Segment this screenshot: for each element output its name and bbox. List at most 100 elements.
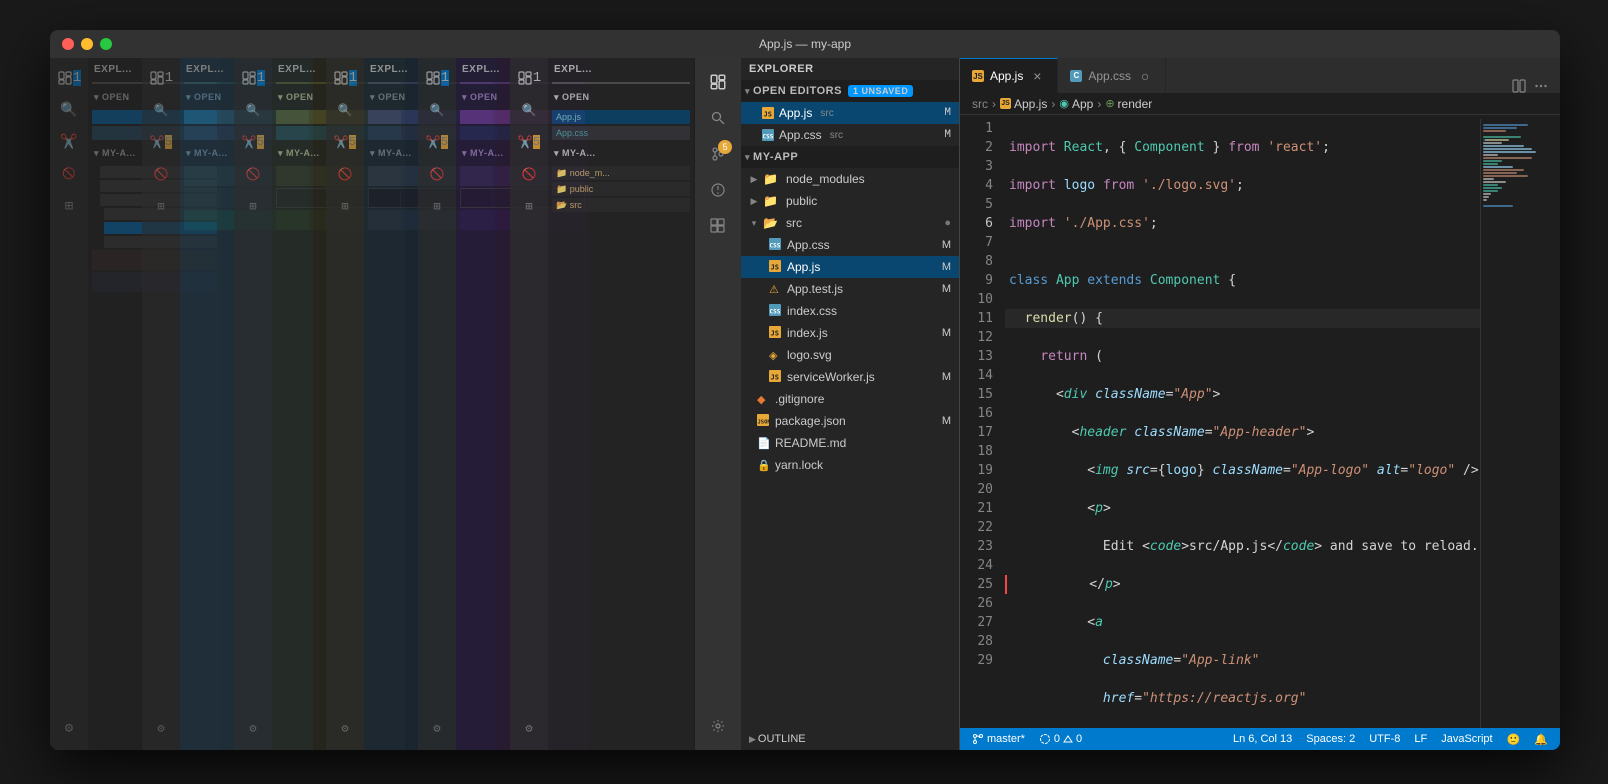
debug-icon-5[interactable]: 🚫 bbox=[423, 160, 451, 188]
file-logosvg[interactable]: ◈ logo.svg bbox=[741, 344, 959, 366]
file-gitignore[interactable]: ◆ .gitignore bbox=[741, 388, 959, 410]
debug-icon-2[interactable]: 🚫 bbox=[147, 160, 175, 188]
status-feedback[interactable]: 🙂 bbox=[1503, 728, 1525, 750]
scm-icon-1[interactable]: ✂️ bbox=[55, 128, 83, 156]
file-serviceworker[interactable]: JS serviceWorker.js M bbox=[741, 366, 959, 388]
search-icon-4[interactable]: 🔍 bbox=[331, 96, 359, 124]
open-file-appjs-name: App.js bbox=[779, 106, 812, 120]
tab-appcss[interactable]: C App.css ○ bbox=[1058, 58, 1166, 93]
folder-node-modules[interactable]: ▶ 📁 node_modules bbox=[741, 168, 959, 190]
search-icon-3[interactable]: 🔍 bbox=[239, 96, 267, 124]
scm-activity-icon[interactable]: 5 bbox=[702, 138, 734, 170]
search-activity-icon[interactable] bbox=[702, 102, 734, 134]
scm-icon-4[interactable]: ✂️ 5 bbox=[331, 128, 359, 156]
search-icon-1[interactable]: 🔍 bbox=[55, 96, 83, 124]
status-notifications[interactable]: 🔔 bbox=[1530, 728, 1552, 750]
maximize-button[interactable] bbox=[100, 38, 112, 50]
open-editors-header[interactable]: ▾ OPEN EDITORS 1 UNSAVED bbox=[741, 80, 959, 102]
folder-icon-node-modules: 📁 bbox=[763, 172, 778, 186]
open-file-appcss[interactable]: CSS App.css src M bbox=[741, 124, 959, 146]
extensions-icon-6[interactable]: ⊞ bbox=[515, 192, 543, 220]
settings-icon-6[interactable]: ⚙ bbox=[515, 714, 543, 742]
file-packagejson[interactable]: JSON package.json M bbox=[741, 410, 959, 432]
extensions-icon-5[interactable]: ⊞ bbox=[423, 192, 451, 220]
svg-icon: ◈ bbox=[769, 349, 783, 362]
settings-icon-4[interactable]: ⚙ bbox=[331, 714, 359, 742]
svg-text:CSS: CSS bbox=[763, 134, 774, 141]
code-line-12: Edit <code>src/App.js</code> and save to… bbox=[1005, 537, 1480, 556]
status-branch[interactable]: master* bbox=[968, 728, 1029, 750]
tab-appjs[interactable]: JS App.js × bbox=[960, 58, 1058, 93]
open-file-appjs[interactable]: JS App.js src M bbox=[741, 102, 959, 124]
extensions-icon-4[interactable]: ⊞ bbox=[331, 192, 359, 220]
sidebar-6: EXPL... ▾ OPEN App.js App.css ▾ MY-A... … bbox=[548, 58, 695, 750]
branch-name: master* bbox=[987, 733, 1025, 745]
outline-bar[interactable]: ▶ OUTLINE bbox=[741, 728, 959, 750]
extensions-icon-2[interactable]: ⊞ bbox=[147, 192, 175, 220]
file-yarnlock[interactable]: 🔒 yarn.lock bbox=[741, 454, 959, 476]
warning-count: 0 bbox=[1076, 733, 1082, 745]
main-explorer: 5 EXPLORER bbox=[695, 58, 960, 750]
activity-bar-3: 1 🔍 ✂️ 5 🚫 ⊞ ⚙ bbox=[234, 58, 272, 750]
scm-icon-2[interactable]: ✂️ 5 bbox=[147, 128, 175, 156]
explorer-icon-2[interactable]: 1 bbox=[147, 64, 175, 92]
code-content[interactable]: import React, { Component } from 'react'… bbox=[1005, 119, 1480, 728]
split-editor-icon[interactable] bbox=[1512, 79, 1526, 93]
status-sync[interactable]: 0 0 bbox=[1035, 728, 1086, 750]
settings-icon-1[interactable]: ⚙ bbox=[55, 714, 83, 742]
extensions-icon-1[interactable]: ⊞ bbox=[55, 192, 83, 220]
debug-icon-6[interactable]: 🚫 bbox=[515, 160, 543, 188]
folder-public[interactable]: ▶ 📁 public bbox=[741, 190, 959, 212]
myapp-header[interactable]: ▾ MY-APP bbox=[741, 146, 959, 168]
settings-icon-5[interactable]: ⚙ bbox=[423, 714, 451, 742]
breadcrumb-appjs[interactable]: JS App.js bbox=[1000, 97, 1047, 111]
branch-icon bbox=[972, 733, 984, 745]
extensions-icon-3[interactable]: ⊞ bbox=[239, 192, 267, 220]
settings-activity-icon[interactable] bbox=[702, 710, 734, 742]
status-encoding[interactable]: UTF-8 bbox=[1365, 728, 1404, 750]
tab-appcss-close[interactable]: ○ bbox=[1137, 68, 1153, 84]
status-cursor[interactable]: Ln 6, Col 13 bbox=[1229, 728, 1296, 750]
settings-icon-2[interactable]: ⚙ bbox=[147, 714, 175, 742]
file-appcss[interactable]: CSS App.css M bbox=[741, 234, 959, 256]
close-button[interactable] bbox=[62, 38, 74, 50]
debug-icon-1[interactable]: 🚫 bbox=[55, 160, 83, 188]
file-indexjs[interactable]: JS index.js M bbox=[741, 322, 959, 344]
search-icon-6[interactable]: 🔍 bbox=[515, 96, 543, 124]
debug-icon-3[interactable]: 🚫 bbox=[239, 160, 267, 188]
status-language[interactable]: JavaScript bbox=[1437, 728, 1496, 750]
status-lineending[interactable]: LF bbox=[1410, 728, 1431, 750]
explorer-icon-1[interactable]: 1 bbox=[55, 64, 83, 92]
more-actions-icon[interactable] bbox=[1534, 79, 1548, 93]
explorer-icon-6[interactable]: 1 bbox=[515, 64, 543, 92]
scm-icon-6[interactable]: ✂️ 5 bbox=[515, 128, 543, 156]
status-spaces[interactable]: Spaces: 2 bbox=[1302, 728, 1359, 750]
breadcrumb-src[interactable]: src bbox=[972, 97, 988, 111]
debug-icon-4[interactable]: 🚫 bbox=[331, 160, 359, 188]
editor-code-area[interactable]: 1 2 3 4 5 6 7 8 9 10 11 12 13 14 15 16 1 bbox=[960, 115, 1560, 728]
settings-icon-3[interactable]: ⚙ bbox=[239, 714, 267, 742]
file-indexcss[interactable]: CSS index.css bbox=[741, 300, 959, 322]
explorer-icon-3[interactable]: 1 bbox=[239, 64, 267, 92]
file-appjs[interactable]: JS App.js M bbox=[741, 256, 959, 278]
extensions-activity-icon[interactable] bbox=[702, 210, 734, 242]
breadcrumb-app[interactable]: ◉ App bbox=[1059, 97, 1093, 111]
js-file-icon: JS bbox=[761, 106, 775, 120]
explorer-icon-5[interactable]: 1 bbox=[423, 64, 451, 92]
minimize-button[interactable] bbox=[81, 38, 93, 50]
file-apptestjs[interactable]: ⚠ App.test.js M bbox=[741, 278, 959, 300]
scm-icon-3[interactable]: ✂️ 5 bbox=[239, 128, 267, 156]
scm-icon-5[interactable]: ✂️ 5 bbox=[423, 128, 451, 156]
search-icon-5[interactable]: 🔍 bbox=[423, 96, 451, 124]
tab-appjs-close[interactable]: × bbox=[1029, 68, 1045, 84]
explorer-activity-icon[interactable] bbox=[702, 66, 734, 98]
debug-activity-icon[interactable] bbox=[702, 174, 734, 206]
explorer-icon-4[interactable]: 1 bbox=[331, 64, 359, 92]
lock-icon: 🔒 bbox=[757, 459, 771, 472]
minimap-content bbox=[1481, 119, 1560, 212]
search-icon-2[interactable]: 🔍 bbox=[147, 96, 175, 124]
breadcrumb-render[interactable]: ⊕ render bbox=[1105, 97, 1152, 111]
cursor-position: Ln 6, Col 13 bbox=[1233, 733, 1292, 745]
file-readme[interactable]: 📄 README.md bbox=[741, 432, 959, 454]
folder-src[interactable]: ▾ 📂 src ● bbox=[741, 212, 959, 234]
